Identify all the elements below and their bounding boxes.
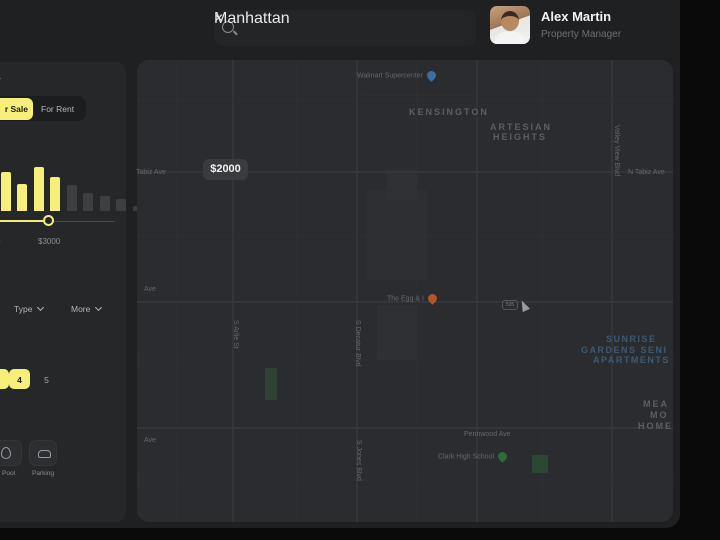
price-slider-handle[interactable]: [43, 215, 54, 226]
street-label: Valley View Blvd: [613, 125, 620, 177]
neighborhood-label: SUNRISE: [606, 334, 657, 344]
map-roads: [137, 60, 673, 522]
histogram-bar: [17, 184, 27, 211]
highway-badge: 595: [502, 300, 518, 310]
street-label: S Jones Blvd: [355, 440, 362, 481]
app-window: Manhattan × Alex Martin Property Manager…: [0, 0, 680, 528]
type-dropdown-label: Type: [14, 304, 33, 314]
street-label: S Decatur Blvd: [354, 320, 361, 367]
map-pin-icon[interactable]: [426, 292, 439, 305]
street-label: Ave: [144, 437, 156, 444]
type-dropdown[interactable]: Type: [8, 298, 52, 320]
neighborhood-label: APARTMENTS: [593, 355, 670, 365]
price-marker[interactable]: $2000: [203, 159, 248, 180]
chevron-down-icon: [95, 303, 103, 312]
amenity-parking-label: Parking: [32, 470, 55, 477]
amenity-pool[interactable]: [0, 440, 22, 466]
neighborhood-label: GARDENS SENI: [581, 345, 668, 355]
search-chip[interactable]: Manhattan: [214, 10, 290, 28]
map-view[interactable]: [137, 60, 673, 522]
amenity-parking[interactable]: [29, 440, 57, 466]
neighborhood-label: KENSINGTON: [409, 107, 489, 117]
histogram-bar: [66, 185, 77, 211]
neighborhood-label: ARTESIAN: [490, 122, 553, 132]
amenity-pool-label: Pool: [2, 470, 16, 477]
price-max-label: $3000: [38, 237, 61, 246]
panel-title: y: [0, 75, 1, 85]
street-label: Ave: [144, 286, 156, 293]
more-dropdown[interactable]: More: [65, 298, 113, 320]
price-slider-fill: [0, 220, 48, 222]
histogram-bar: [116, 199, 126, 211]
user-role: Property Manager: [541, 29, 622, 40]
neighborhood-label: HOME: [638, 421, 673, 431]
place-label: Clark High School: [438, 450, 509, 463]
car-icon: [38, 450, 51, 458]
tab-for-rent[interactable]: For Rent: [41, 104, 74, 114]
neighborhood-label: MEA: [643, 399, 669, 409]
tab-for-sale[interactable]: r Sale: [0, 98, 33, 120]
street-label: Pennwood Ave: [464, 431, 511, 438]
pool-icon: [1, 447, 11, 459]
bedroom-option-4[interactable]: 4: [9, 369, 30, 389]
user-name: Alex Martin: [541, 9, 612, 24]
street-label: S Arlie St: [232, 320, 239, 349]
close-icon[interactable]: ×: [214, 10, 223, 28]
street-label: N Tabiz Ave: [628, 169, 665, 176]
neighborhood-label: HEIGHTS: [493, 132, 548, 142]
more-dropdown-label: More: [71, 304, 91, 314]
histogram-bar: [0, 172, 11, 211]
bedroom-option[interactable]: [0, 369, 9, 389]
histogram-bar: [99, 196, 110, 211]
histogram-bar: [83, 193, 93, 211]
place-label: Walmart Supercenter: [357, 69, 438, 82]
place-label: The Egg & I: [387, 292, 439, 305]
avatar[interactable]: [490, 6, 530, 44]
map-pin-icon[interactable]: [496, 450, 509, 463]
chevron-down-icon: [37, 303, 45, 312]
histogram-bar: [50, 177, 60, 211]
bedroom-option-5[interactable]: 5: [36, 369, 57, 389]
neighborhood-label: MO: [650, 410, 669, 420]
street-label: Tabiz Ave: [136, 169, 166, 176]
map-pin-icon[interactable]: [425, 69, 438, 82]
histogram-bar: [33, 167, 44, 211]
